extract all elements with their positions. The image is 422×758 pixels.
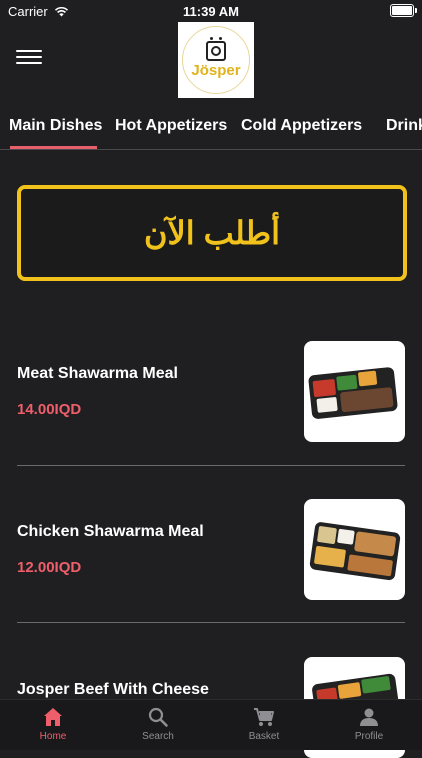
home-icon — [44, 708, 62, 726]
top-bar: Jösper — [0, 22, 422, 98]
meal-tray-image — [308, 367, 398, 419]
person-icon — [360, 708, 378, 726]
battery-cap — [415, 8, 417, 13]
battery-icon — [390, 4, 414, 17]
nav-home-label: Home — [39, 731, 67, 742]
tab-main-dishes[interactable]: Main Dishes — [9, 117, 102, 135]
hamburger-menu-icon[interactable] — [16, 46, 42, 66]
logo-oven-icon — [206, 37, 226, 61]
nav-profile-label: Profile — [354, 731, 384, 742]
status-time: 11:39 AM — [183, 4, 239, 19]
item-name: Chicken Shawarma Meal — [17, 523, 204, 540]
tab-cold-appetizers[interactable]: Cold Appetizers — [241, 117, 362, 135]
item-image[interactable] — [304, 341, 405, 442]
search-icon — [148, 707, 168, 727]
nav-home[interactable]: Home — [3, 706, 103, 742]
nav-profile[interactable]: Profile — [319, 706, 419, 742]
bottom-nav-bar: Home Search Basket Profile — [0, 699, 422, 750]
nav-search-label: Search — [142, 731, 174, 742]
item-image[interactable] — [304, 499, 405, 600]
josper-logo: Jösper — [178, 22, 254, 98]
item-price: 12.00IQD — [17, 559, 82, 576]
logo-emblem: Jösper — [182, 26, 250, 94]
item-price: 14.00IQD — [17, 401, 82, 418]
nav-basket-label: Basket — [248, 731, 280, 742]
item-name: Josper Beef With Cheese — [17, 681, 209, 698]
category-tabs: Main Dishes Hot Appetizers Cold Appetize… — [0, 112, 422, 150]
nav-basket[interactable]: Basket — [214, 706, 314, 742]
active-tab-indicator — [10, 146, 97, 149]
tab-hot-appetizers[interactable]: Hot Appetizers — [115, 117, 227, 135]
cart-icon — [254, 708, 274, 726]
order-now-banner[interactable]: أطلب الآن — [17, 185, 407, 281]
tab-drinks[interactable]: Drink — [386, 117, 422, 135]
item-name: Meat Shawarma Meal — [17, 365, 178, 382]
order-now-text: أطلب الآن — [144, 215, 280, 251]
status-bar: Carrier 11:39 AM — [0, 0, 422, 22]
item-divider — [17, 622, 405, 623]
logo-text: Jösper — [191, 62, 241, 79]
meal-tray-image — [309, 522, 401, 581]
item-divider — [17, 465, 405, 466]
nav-search[interactable]: Search — [108, 706, 208, 742]
